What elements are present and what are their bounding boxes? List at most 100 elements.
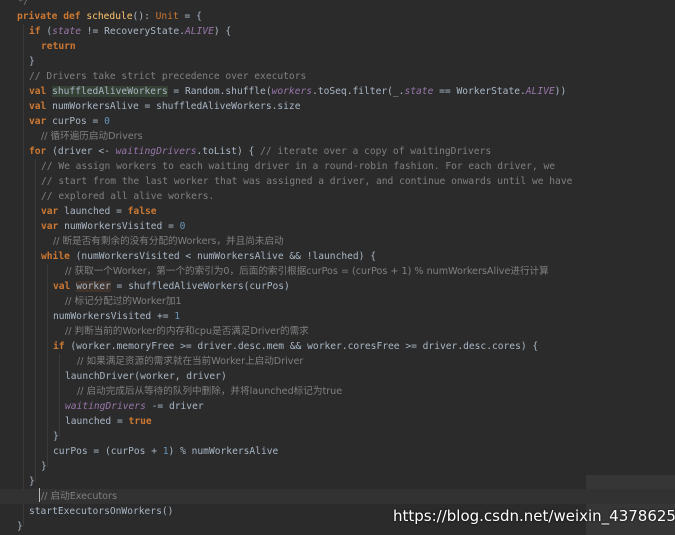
code-token: // 标记分配过的Worker加1 xyxy=(65,296,182,307)
code-token: var xyxy=(41,221,65,232)
code-token: if xyxy=(53,341,71,352)
code-token: val xyxy=(29,86,53,97)
code-token: def xyxy=(63,11,87,22)
code-line[interactable]: launchDriver(worker, driver) xyxy=(0,369,675,384)
code-token: while xyxy=(41,251,76,262)
code-line[interactable]: // We assign workers to each waiting dri… xyxy=(0,159,675,174)
code-line[interactable]: val numWorkersAlive = shuffledAliveWorke… xyxy=(0,99,675,114)
code-line[interactable]: val shuffledAliveWorkers = Random.shuffl… xyxy=(0,84,675,99)
code-token: // 循环遍历启动Drivers xyxy=(41,131,143,142)
code-token: numWorkersVisited += xyxy=(53,311,175,322)
code-line[interactable]: launched = true xyxy=(0,414,675,429)
code-token: launchDriver(worker, driver) xyxy=(65,371,227,382)
code-token: schedule xyxy=(86,11,133,22)
code-token: )) xyxy=(554,86,567,97)
code-token: == WorkerState. xyxy=(433,86,526,97)
code-line[interactable]: } xyxy=(0,459,675,474)
code-token: } xyxy=(41,461,47,472)
code-token: numWorkersAlive = shuffledAliveWorkers.s… xyxy=(52,101,301,112)
code-line[interactable]: // 启动完成后从等待的队列中删除，并将launched标记为true xyxy=(0,384,675,399)
code-token: } xyxy=(29,56,35,67)
code-editor[interactable]: */ private def schedule(): Unit = {if (s… xyxy=(0,0,675,535)
code-line[interactable]: if (state != RecoveryState.ALIVE) { xyxy=(0,24,675,39)
code-token: // 启动Executors xyxy=(41,491,117,502)
code-token: .toSeq.filter(_. xyxy=(312,86,405,97)
code-token: ALIVE xyxy=(184,26,214,37)
code-token: // explored all alive workers. xyxy=(41,191,215,202)
code-line[interactable]: } xyxy=(0,54,675,69)
code-token: } xyxy=(53,431,59,442)
code-token: ) { xyxy=(213,26,232,37)
code-line[interactable]: // 启动Executors xyxy=(0,489,675,504)
code-token: ALIVE xyxy=(525,86,555,97)
code-line[interactable]: // explored all alive workers. xyxy=(0,189,675,204)
code-token: // 如果满足资源的需求就在当前Worker上启动Driver xyxy=(77,356,304,367)
code-token: = shuffledAliveWorkers(curPos) xyxy=(110,281,290,292)
code-token: launched = xyxy=(64,206,128,217)
code-token: // start from the last worker that was a… xyxy=(41,176,573,187)
code-token: // 断是否有剩余的没有分配的Workers，并且尚未启动 xyxy=(53,236,284,247)
code-token: return xyxy=(41,41,76,52)
code-token: shuffledAliveWorkers xyxy=(52,86,168,97)
code-line[interactable]: // 获取一个Worker，第一个的索引为0，后面的索引根据curPos = (… xyxy=(0,264,675,279)
code-token: if xyxy=(29,26,47,37)
code-line[interactable]: while (numWorkersVisited < numWorkersAli… xyxy=(0,249,675,264)
code-token: (): xyxy=(132,11,156,22)
code-token: startExecutorsOnWorkers() xyxy=(29,506,174,517)
code-line[interactable]: numWorkersVisited += 1 xyxy=(0,309,675,324)
code-line[interactable]: var launched = false xyxy=(0,204,675,219)
code-token: (worker.memoryFree >= driver.desc.mem &&… xyxy=(70,341,539,352)
code-token: val xyxy=(29,101,53,112)
code-token: // 判断当前的Worker的内存和cpu是否满足Driver的需求 xyxy=(65,326,309,337)
code-token: waitingDrivers xyxy=(115,146,197,157)
code-token: Unit xyxy=(155,11,179,22)
code-token: 0 xyxy=(104,116,110,127)
code-token: launched = xyxy=(65,416,129,427)
code-line[interactable]: if (worker.memoryFree >= driver.desc.mem… xyxy=(0,339,675,354)
code-token: worker xyxy=(76,281,111,292)
code-token: workers xyxy=(271,86,313,97)
code-token: = { xyxy=(178,11,202,22)
code-token: state xyxy=(52,26,81,37)
code-line[interactable]: var curPos = 0 xyxy=(0,114,675,129)
code-line[interactable]: val worker = shuffledAliveWorkers(curPos… xyxy=(0,279,675,294)
code-line[interactable]: } xyxy=(0,474,675,489)
code-line[interactable]: var numWorkersVisited = 0 xyxy=(0,219,675,234)
code-token: waitingDrivers xyxy=(65,401,146,412)
code-token: } xyxy=(17,521,23,532)
code-line[interactable]: // 如果满足资源的需求就在当前Worker上启动Driver xyxy=(0,354,675,369)
code-token: // We assign workers to each waiting dri… xyxy=(41,161,556,172)
code-token: var xyxy=(41,206,65,217)
code-token: var xyxy=(29,116,53,127)
code-token: ) % numWorkersAlive xyxy=(168,446,279,457)
code-token: private xyxy=(17,11,64,22)
code-line[interactable]: return xyxy=(0,39,675,54)
watermark-url: https://blog.csdn.net/weixin_43786255 xyxy=(393,507,675,525)
code-token: // iterate over a copy of waitingDrivers xyxy=(260,146,492,157)
code-token: // 获取一个Worker，第一个的索引为0，后面的索引根据curPos = (… xyxy=(65,266,549,277)
code-line[interactable]: // 循环遍历启动Drivers xyxy=(0,129,675,144)
code-line[interactable]: for (driver <- waitingDrivers.toList) { … xyxy=(0,144,675,159)
code-token: numWorkersVisited = xyxy=(64,221,180,232)
code-token: // Drivers take strict precedence over e… xyxy=(29,71,307,82)
code-token: 1 xyxy=(174,311,181,322)
code-line[interactable]: // start from the last worker that was a… xyxy=(0,174,675,189)
code-line[interactable]: waitingDrivers -= driver xyxy=(0,399,675,414)
code-line[interactable]: } xyxy=(0,429,675,444)
comment-end-fragment: */ xyxy=(18,0,29,7)
code-token: false xyxy=(127,206,157,217)
code-line[interactable]: // 标记分配过的Worker加1 xyxy=(0,294,675,309)
text-caret xyxy=(39,488,40,502)
code-token: // 启动完成后从等待的队列中删除，并将launched标记为true xyxy=(77,386,343,397)
code-line[interactable]: private def schedule(): Unit = { xyxy=(0,9,675,24)
code-line[interactable]: // 断是否有剩余的没有分配的Workers，并且尚未启动 xyxy=(0,234,675,249)
code-token: != RecoveryState. xyxy=(81,26,185,37)
code-token: .toList) { xyxy=(196,146,261,157)
code-token: 0 xyxy=(179,221,186,232)
code-line[interactable]: curPos = (curPos + 1) % numWorkersAlive xyxy=(0,444,675,459)
code-token: } xyxy=(29,476,35,487)
code-token: = Random.shuffle( xyxy=(167,86,272,97)
code-token: -= driver xyxy=(145,401,204,412)
code-line[interactable]: // Drivers take strict precedence over e… xyxy=(0,69,675,84)
code-line[interactable]: // 判断当前的Worker的内存和cpu是否满足Driver的需求 xyxy=(0,324,675,339)
